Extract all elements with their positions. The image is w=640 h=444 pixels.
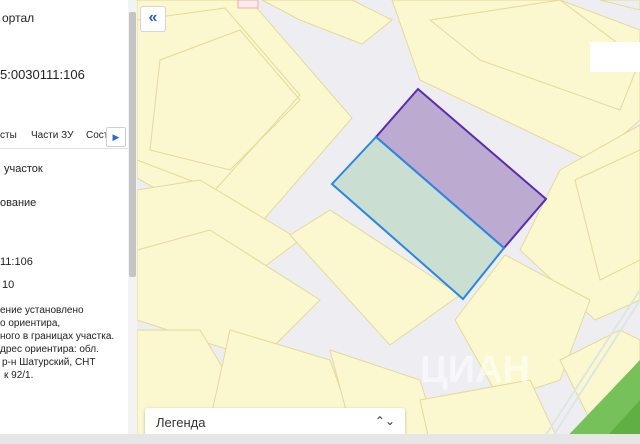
status-field: ование [0,197,37,209]
map-canvas: ЦИАН [137,0,640,444]
collapse-panel-button[interactable]: « [140,6,166,32]
tab-characteristics[interactable]: сты [0,130,17,141]
value-field: 10 [2,279,15,291]
info-panel: ортал 5:0030111:106 сты Части ЗУ Соста ▶… [0,0,128,434]
select-arrows-icon: ⌃⌄ [374,414,395,428]
address-line-5: р-н Шатурский, СНТ [2,357,96,368]
address-line-1: ение установлено [0,305,84,316]
panel-title: ортал [2,11,35,25]
bottom-scrollbar[interactable] [0,434,640,444]
address-line-6: к 92/1. [4,370,34,381]
address-line-2: о ориентира, [0,318,61,329]
address-line-3: ного в границах участка. [0,331,115,342]
cadastral-map[interactable]: ЦИАН [137,0,640,444]
number-field: 11:106 [0,256,33,268]
object-type: участок [4,163,43,175]
chevron-right-icon: ▶ [112,132,120,142]
scrollbar-thumb[interactable] [129,12,136,277]
tabs-next-button[interactable]: ▶ [106,127,126,147]
legend-dropdown[interactable]: Легенда ⌃⌄ [145,408,405,436]
double-chevron-left-icon: « [148,9,158,26]
watermark: ЦИАН [420,349,530,391]
legend-label: Легенда [156,415,206,430]
panel-scrollbar[interactable] [128,0,137,434]
tab-parts[interactable]: Части ЗУ [31,130,73,141]
cadastral-number: 5:0030111:106 [0,67,85,82]
address-line-4: дрес ориентира: обл. [0,344,99,355]
